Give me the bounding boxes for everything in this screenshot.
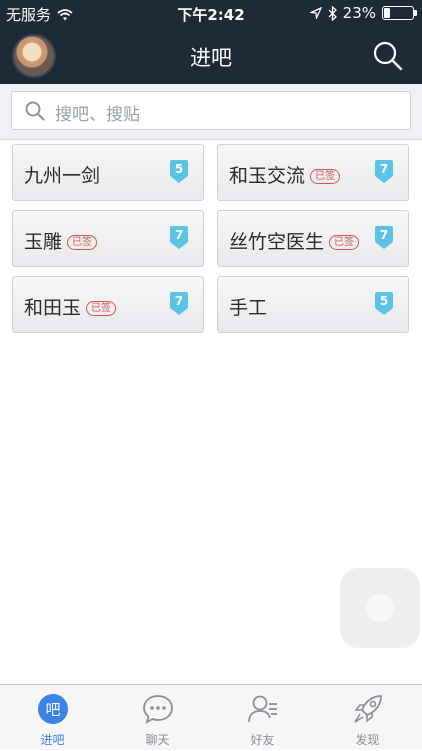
search-input[interactable]: 搜吧、搜贴 xyxy=(11,91,411,130)
forum-icon: 吧 xyxy=(38,694,68,724)
forum-tile[interactable]: 和田玉 已签 7 xyxy=(12,276,204,333)
level-badge: 7 xyxy=(168,226,190,250)
level-badge: 7 xyxy=(373,160,395,184)
tab-friends[interactable]: 好友 xyxy=(210,685,315,751)
tab-discover[interactable]: 发现 xyxy=(315,685,420,751)
signed-stamp: 已签 xyxy=(67,235,98,250)
forum-tile[interactable]: 丝竹空医生 已签 7 xyxy=(217,210,409,267)
magnifier-icon xyxy=(25,101,45,121)
forum-name: 九州一剑 xyxy=(24,165,101,187)
assistive-touch-button[interactable] xyxy=(340,568,420,648)
tab-bar: 吧 进吧 聊天 好友 发现 xyxy=(0,684,422,750)
location-arrow-icon xyxy=(309,7,322,19)
tab-label: 聊天 xyxy=(145,733,170,747)
level-badge: 7 xyxy=(168,292,190,316)
forum-tile[interactable]: 和玉交流 已签 7 xyxy=(217,144,409,201)
signed-stamp: 已签 xyxy=(329,235,360,250)
tab-forums[interactable]: 吧 进吧 xyxy=(0,685,105,751)
bluetooth-icon xyxy=(328,5,337,21)
battery-icon xyxy=(382,6,417,20)
forum-name: 和田玉 xyxy=(24,297,82,319)
level-badge: 5 xyxy=(168,160,190,184)
forum-tile[interactable]: 手工 5 xyxy=(217,276,409,333)
tab-label: 发现 xyxy=(355,733,380,747)
tab-label: 好友 xyxy=(250,733,275,747)
tab-chat[interactable]: 聊天 xyxy=(105,685,210,751)
top-bar: 无服务 下午2:42 23% 进吧 xyxy=(0,0,422,84)
search-icon[interactable] xyxy=(372,40,404,72)
tab-label: 进吧 xyxy=(40,733,65,747)
forum-name: 玉雕 xyxy=(24,231,63,253)
search-placeholder: 搜吧、搜贴 xyxy=(55,105,140,125)
level-badge: 7 xyxy=(373,226,395,250)
nav-bar: 进吧 xyxy=(0,28,422,84)
forum-name: 丝竹空医生 xyxy=(229,231,325,253)
status-bar: 无服务 下午2:42 23% xyxy=(0,0,422,28)
search-area: 搜吧、搜贴 xyxy=(0,84,422,140)
forum-tile[interactable]: 玉雕 已签 7 xyxy=(12,210,204,267)
forum-name: 手工 xyxy=(229,297,268,319)
battery-percent: 23% xyxy=(342,4,376,22)
signed-stamp: 已签 xyxy=(86,301,117,316)
level-badge: 5 xyxy=(373,292,395,316)
signed-stamp: 已签 xyxy=(310,169,341,184)
rocket-icon xyxy=(354,695,382,723)
forum-tile[interactable]: 九州一剑 5 xyxy=(12,144,204,201)
svg-text:吧: 吧 xyxy=(45,701,60,719)
page-title: 进吧 xyxy=(190,46,232,70)
friends-icon xyxy=(248,695,277,723)
chat-bubble-icon xyxy=(143,695,173,724)
forum-name: 和玉交流 xyxy=(229,165,306,187)
